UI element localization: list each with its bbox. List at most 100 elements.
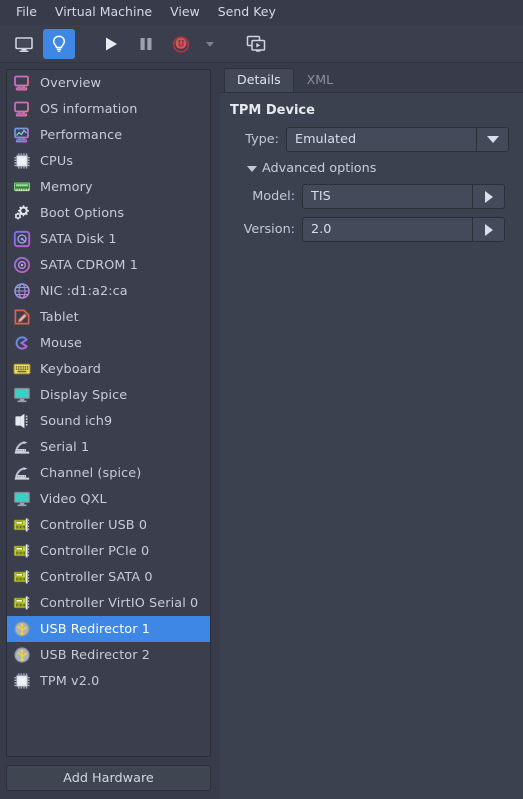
tab-xml[interactable]: XML bbox=[294, 68, 347, 92]
controller-card-icon bbox=[13, 570, 30, 584]
sidebar-item-memory[interactable]: Memory bbox=[7, 174, 210, 200]
toolbar-separator-2 bbox=[223, 43, 237, 44]
menu-view[interactable]: View bbox=[163, 3, 211, 23]
sidebar-item-cpus[interactable]: CPUs bbox=[7, 148, 210, 174]
menubar: File Virtual Machine View Send Key bbox=[0, 0, 523, 25]
cpu-chip-icon bbox=[14, 153, 30, 169]
sidebar-item-tablet[interactable]: Tablet bbox=[7, 304, 210, 330]
serial-port-icon bbox=[13, 438, 31, 456]
sidebar-item-label: USB Redirector 1 bbox=[40, 621, 151, 637]
sidebar-item-boot-options[interactable]: Boot Options bbox=[7, 200, 210, 226]
sidebar-item-label: Controller PCIe 0 bbox=[40, 543, 150, 559]
menu-file[interactable]: File bbox=[9, 3, 48, 23]
controller-card-icon bbox=[13, 542, 31, 560]
sidebar-item-label: Sound ich9 bbox=[40, 413, 113, 429]
controller-card-icon bbox=[13, 544, 30, 558]
chevron-down-icon bbox=[206, 41, 214, 47]
show-details-button[interactable] bbox=[43, 28, 75, 59]
sidebar-item-video-qxl[interactable]: Video QXL bbox=[7, 486, 210, 512]
sidebar-item-controller-sata-0[interactable]: Controller SATA 0 bbox=[7, 564, 210, 590]
sidebar-item-overview[interactable]: Overview bbox=[7, 70, 210, 96]
type-dropdown-button[interactable] bbox=[476, 128, 508, 151]
sidebar-item-sata-cdrom-1[interactable]: SATA CDROM 1 bbox=[7, 252, 210, 278]
sidebar-item-label: Boot Options bbox=[40, 205, 125, 221]
usb-icon bbox=[13, 620, 31, 638]
serial-port-icon bbox=[14, 441, 30, 454]
version-value: 2.0 bbox=[311, 222, 332, 237]
snapshots-icon bbox=[246, 35, 266, 52]
type-field-row: Type: Emulated bbox=[230, 127, 509, 152]
model-combobox[interactable]: TIS bbox=[302, 184, 505, 209]
model-dropdown-button[interactable] bbox=[472, 185, 504, 208]
sidebar-item-performance[interactable]: Performance bbox=[7, 122, 210, 148]
advanced-options-expander[interactable]: Advanced options bbox=[247, 161, 509, 176]
sidebar-item-controller-usb-0[interactable]: Controller USB 0 bbox=[7, 512, 210, 538]
sidebar-item-os-information[interactable]: OS information bbox=[7, 96, 210, 122]
console-monitor-icon bbox=[15, 36, 33, 52]
hardware-list[interactable]: Overview OS information Performance CPUs… bbox=[6, 69, 211, 757]
sidebar-item-label: Tablet bbox=[40, 309, 79, 325]
version-dropdown-button[interactable] bbox=[472, 218, 504, 241]
add-hardware-button[interactable]: Add Hardware bbox=[6, 765, 211, 791]
menu-send-key[interactable]: Send Key bbox=[211, 3, 287, 23]
show-console-button[interactable] bbox=[8, 29, 40, 59]
version-field-row: Version: 2.0 bbox=[230, 217, 509, 242]
triangle-right-icon bbox=[484, 223, 493, 236]
cdrom-disc-icon bbox=[14, 257, 30, 273]
sidebar-item-channel-spice[interactable]: Channel (spice) bbox=[7, 460, 210, 486]
sound-speaker-icon bbox=[13, 412, 31, 430]
cdrom-disc-icon bbox=[13, 256, 31, 274]
sidebar-item-sound-ich9[interactable]: Sound ich9 bbox=[7, 408, 210, 434]
sidebar-item-tpm-v2-0[interactable]: TPM v2.0 bbox=[7, 668, 210, 694]
mouse-icon bbox=[13, 334, 31, 352]
cpu-chip-icon bbox=[13, 672, 31, 690]
tablet-pen-icon bbox=[13, 308, 31, 326]
shutdown-options-dropdown[interactable] bbox=[200, 29, 220, 59]
tab-details[interactable]: Details bbox=[224, 68, 294, 92]
monitor-icon bbox=[13, 100, 31, 118]
cpu-chip-icon bbox=[13, 152, 31, 170]
sidebar-item-display-spice[interactable]: Display Spice bbox=[7, 382, 210, 408]
performance-graph-icon bbox=[14, 127, 29, 143]
hard-disk-icon bbox=[13, 230, 31, 248]
sidebar-item-controller-virtio-serial-0[interactable]: Controller VirtIO Serial 0 bbox=[7, 590, 210, 616]
main-content: Overview OS information Performance CPUs… bbox=[0, 63, 523, 799]
details-pane: Details XML TPM Device Type: Emulated Adv… bbox=[220, 63, 523, 799]
sidebar-item-label: Overview bbox=[40, 75, 102, 91]
sidebar-item-mouse[interactable]: Mouse bbox=[7, 330, 210, 356]
menu-virtual-machine[interactable]: Virtual Machine bbox=[48, 3, 163, 23]
power-off-icon bbox=[172, 35, 190, 53]
sidebar-item-label: TPM v2.0 bbox=[40, 673, 100, 689]
sidebar-item-usb-redirector-1[interactable]: USB Redirector 1 bbox=[7, 616, 210, 642]
advanced-options-label: Advanced options bbox=[262, 161, 377, 176]
usb-icon bbox=[14, 621, 30, 637]
sidebar-item-label: Video QXL bbox=[40, 491, 107, 507]
shutdown-vm-button[interactable] bbox=[165, 29, 197, 59]
sidebar-item-nic[interactable]: NIC :d1:a2:ca bbox=[7, 278, 210, 304]
sidebar-item-label: Mouse bbox=[40, 335, 83, 351]
controller-card-icon bbox=[13, 516, 31, 534]
pause-vm-button[interactable] bbox=[130, 29, 162, 59]
hard-disk-icon bbox=[13, 230, 31, 248]
sidebar-item-label: Controller USB 0 bbox=[40, 517, 148, 533]
type-combobox[interactable]: Emulated bbox=[286, 127, 509, 152]
sidebar-item-sata-disk-1[interactable]: SATA Disk 1 bbox=[7, 226, 210, 252]
sidebar-item-keyboard[interactable]: Keyboard bbox=[7, 356, 210, 382]
keyboard-icon bbox=[13, 360, 31, 378]
version-combobox[interactable]: 2.0 bbox=[302, 217, 505, 242]
sidebar-item-serial-1[interactable]: Serial 1 bbox=[7, 434, 210, 460]
display-screen-icon bbox=[13, 490, 31, 508]
sidebar-item-label: Memory bbox=[40, 179, 93, 195]
manage-snapshots-button[interactable] bbox=[240, 29, 272, 59]
sidebar-item-label: OS information bbox=[40, 101, 138, 117]
monitor-icon bbox=[14, 101, 29, 117]
sidebar-item-usb-redirector-2[interactable]: USB Redirector 2 bbox=[7, 642, 210, 668]
type-value: Emulated bbox=[295, 132, 357, 147]
details-body: TPM Device Type: Emulated Advanced optio… bbox=[220, 93, 523, 799]
sidebar-item-label: Serial 1 bbox=[40, 439, 90, 455]
sidebar-item-controller-pcie-0[interactable]: Controller PCIe 0 bbox=[7, 538, 210, 564]
mouse-icon bbox=[15, 336, 29, 350]
run-vm-button[interactable] bbox=[95, 29, 127, 59]
sidebar-item-label: CPUs bbox=[40, 153, 74, 169]
sidebar-item-label: Performance bbox=[40, 127, 123, 143]
